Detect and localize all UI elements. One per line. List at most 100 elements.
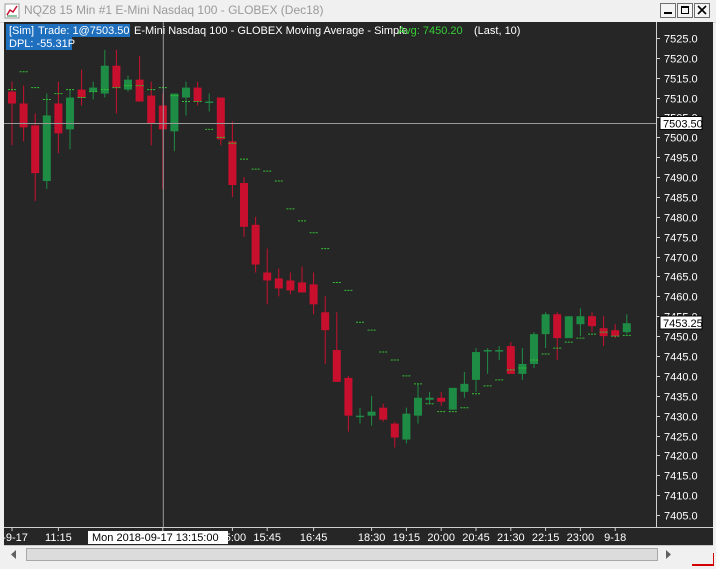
price-tick-label: 7435.0 xyxy=(664,392,698,404)
chart-canvas[interactable]: 7405.0 7410.0 7415.0 7420.0 7425.0 7430.0 7435… xyxy=(0,22,713,545)
price-tick-label: 7485.0 xyxy=(664,193,698,205)
candle-body xyxy=(553,314,562,339)
crosshair-price-label: 7503.50 xyxy=(663,119,703,131)
price-tick-label: 7430.0 xyxy=(664,412,698,424)
title-bar[interactable]: NQZ8 15 Min #1 E-Mini Nasdaq 100 - GLOBE… xyxy=(0,0,716,23)
candle-body xyxy=(42,115,51,182)
plot-area[interactable] xyxy=(4,22,656,527)
candle-body xyxy=(147,95,156,124)
candle-body xyxy=(564,316,573,339)
time-tick-label: 8-9-17 xyxy=(4,532,28,544)
candle-body xyxy=(437,397,446,402)
arrow-right-icon xyxy=(666,550,671,559)
time-tick-label: 22:15 xyxy=(532,532,560,544)
candle-body xyxy=(588,316,596,327)
price-tick-label: 7445.0 xyxy=(664,352,698,364)
candle-body xyxy=(54,103,63,134)
candle-body xyxy=(263,272,272,281)
price-tick-label: 7415.0 xyxy=(664,471,698,483)
minimize-icon xyxy=(664,12,672,14)
dpl-label: DPL: -55.31P xyxy=(9,38,75,50)
price-tick-label: 7410.0 xyxy=(664,491,698,503)
price-chart[interactable]: 7405.0 7410.0 7415.0 7420.0 7425.0 7430.0 7435… xyxy=(0,22,714,566)
candle-body xyxy=(135,79,144,102)
candle-body xyxy=(622,323,631,333)
minimize-button[interactable] xyxy=(660,3,676,18)
trade-label: Trade: 1@7503.50 xyxy=(38,25,130,37)
price-tick-label: 7500.0 xyxy=(664,133,698,145)
candle-body xyxy=(448,387,457,410)
candle-body xyxy=(89,87,98,92)
candle-body xyxy=(472,352,480,380)
window-title: NQZ8 15 Min #1 E-Mini Nasdaq 100 - GLOBE… xyxy=(24,3,324,17)
price-tick-label: 7495.0 xyxy=(664,153,698,165)
candle-body xyxy=(379,407,388,420)
crosshair-time-label: Mon 2018-09-17 13:15:00 xyxy=(92,532,219,544)
study-label: E-Mini Nasdaq 100 - GLOBEX Moving Averag… xyxy=(134,25,408,37)
candle-body xyxy=(228,141,237,186)
chart-window: NQZ8 15 Min #1 E-Mini Nasdaq 100 - GLOBE… xyxy=(0,0,716,569)
scroll-right-button[interactable] xyxy=(660,547,676,562)
study-params-label: (Last, 10) xyxy=(474,25,520,37)
candle-body xyxy=(321,312,330,331)
maximize-button[interactable] xyxy=(677,3,693,18)
candle-body xyxy=(216,97,225,140)
candle-body xyxy=(205,101,214,104)
close-icon xyxy=(697,5,707,15)
candle-body xyxy=(344,377,353,416)
candle-body xyxy=(402,413,411,440)
candle-body xyxy=(124,79,132,90)
candle-body xyxy=(170,93,179,132)
time-tick-label: 20:45 xyxy=(462,532,490,544)
candle-body xyxy=(332,350,341,382)
candle-body xyxy=(8,91,16,104)
candle-body xyxy=(576,316,585,325)
time-tick-label: 15:45 xyxy=(253,532,281,544)
candle-body xyxy=(112,65,121,88)
price-tick-label: 7490.0 xyxy=(664,173,698,185)
time-tick-label: 21:30 xyxy=(497,532,525,544)
candle-body xyxy=(31,125,40,174)
price-tick-label: 7480.0 xyxy=(664,213,698,225)
horizontal-scrollbar[interactable] xyxy=(4,545,713,564)
last-price-label: 7453.25 xyxy=(663,318,703,330)
price-tick-label: 7460.0 xyxy=(664,292,698,304)
avg-label: Avg: 7450.20 xyxy=(398,25,463,37)
price-tick-label: 7420.0 xyxy=(664,451,698,463)
price-tick-label: 7520.0 xyxy=(664,54,698,66)
scroll-left-button[interactable] xyxy=(6,547,22,562)
price-tick-label: 7450.0 xyxy=(664,332,698,344)
candle-body xyxy=(495,350,504,352)
time-tick-label: 11:15 xyxy=(45,532,72,544)
candle-body xyxy=(274,278,283,289)
candle-body xyxy=(251,224,260,265)
close-button[interactable] xyxy=(694,3,710,18)
candle-body xyxy=(240,183,248,227)
candle-body xyxy=(66,97,74,130)
candle-body xyxy=(309,284,318,305)
price-tick-label: 7440.0 xyxy=(664,372,698,384)
time-tick-label: 16:45 xyxy=(300,532,328,544)
candle-body xyxy=(182,87,190,98)
sim-label: [Sim] xyxy=(9,25,34,37)
candle-body xyxy=(483,350,492,352)
time-tick-label: 9-18 xyxy=(604,532,626,544)
candle-body xyxy=(425,397,434,400)
arrow-left-icon xyxy=(11,550,16,559)
candle-body xyxy=(390,423,399,438)
scrollbar-thumb[interactable] xyxy=(26,548,658,561)
chart-app-icon xyxy=(4,3,20,19)
price-tick-label: 7465.0 xyxy=(664,272,698,284)
candle-body xyxy=(367,411,376,416)
price-tick-label: 7525.0 xyxy=(664,34,698,46)
price-tick-label: 7470.0 xyxy=(664,253,698,265)
candle-body xyxy=(356,415,364,418)
candle-body xyxy=(541,314,550,335)
candle-body xyxy=(611,330,620,337)
time-tick-label: 19:15 xyxy=(393,532,421,544)
time-tick-label: 18:30 xyxy=(358,532,386,544)
price-tick-label: 7405.0 xyxy=(664,511,698,523)
candle-body xyxy=(193,87,202,102)
candle-body xyxy=(460,383,469,392)
time-tick-label: 23:00 xyxy=(567,532,595,544)
